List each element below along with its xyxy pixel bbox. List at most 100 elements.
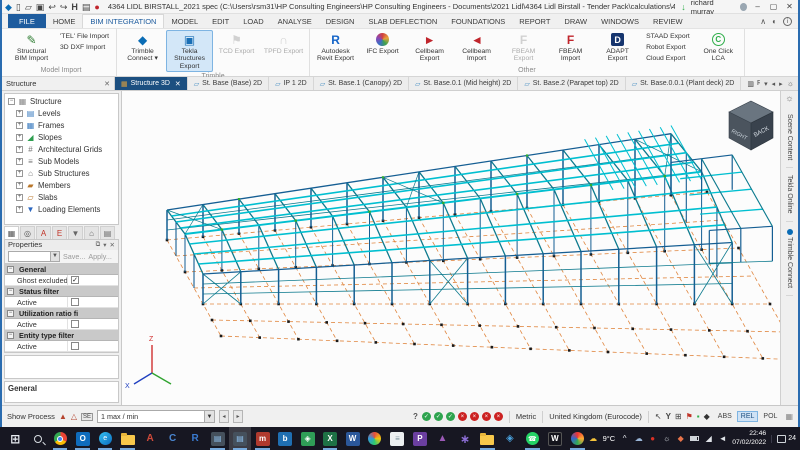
collapse-ribbon-icon[interactable]: ∧ (760, 17, 766, 26)
view-cube[interactable]: RIGHT BACK (729, 101, 773, 150)
expand-icon[interactable]: + (16, 134, 23, 141)
weather-temp[interactable]: 9°C (603, 434, 616, 443)
panel-tab-design-icon[interactable]: E (52, 226, 67, 239)
restore-button[interactable]: ▢ (768, 2, 779, 11)
ribbon-button-3d-dxf-import[interactable]: 3D DXF Import (57, 43, 112, 52)
ribbon-tab-edit[interactable]: EDIT (205, 14, 236, 28)
expand-icon[interactable]: + (16, 182, 23, 189)
coord-mode-pol[interactable]: POL (759, 411, 781, 422)
coord-mode-rel[interactable]: REL (737, 411, 759, 422)
ribbon-button-fbeam-import[interactable]: FFBEAM Import (547, 30, 594, 66)
status-error-icon[interactable]: × (494, 412, 503, 421)
taskbar-icon-search[interactable] (26, 427, 48, 450)
collapse-icon[interactable]: − (7, 332, 14, 339)
property-section-entity-type-filter[interactable]: −Entity type filter (5, 330, 118, 341)
checkbox[interactable] (71, 342, 79, 350)
taskbar-icon-prism[interactable]: ▲ (431, 427, 453, 450)
structure-panel-header[interactable]: Structure ✕ (2, 77, 115, 90)
ribbon-tab-review[interactable]: REVIEW (646, 14, 690, 28)
close-panel-icon[interactable]: ✕ (110, 241, 115, 249)
taskbar-icon-whatsapp[interactable]: ☎ (521, 427, 543, 450)
prev-result-button[interactable]: ◂ (219, 410, 229, 423)
redo-icon[interactable]: ↪ (60, 2, 68, 12)
chevron-down-icon[interactable]: ▼ (204, 411, 214, 422)
status-error-icon[interactable]: × (470, 412, 479, 421)
sidebar-tab-tekla-online[interactable]: Tekla Online (786, 168, 793, 222)
status-edge-icon[interactable]: ▦ (785, 412, 793, 422)
ribbon-tab-bim-integration[interactable]: BIM INTEGRATION (82, 14, 164, 28)
flag-icon[interactable]: ⚑ (686, 412, 693, 422)
tab-scroll-left-icon[interactable]: ◂ (772, 80, 776, 88)
tree-item-structure[interactable]: −▦Structure (5, 95, 118, 107)
close-button[interactable]: ✕ (784, 2, 795, 11)
pointer-mode-icon[interactable]: ↖ (655, 412, 662, 422)
expand-icon[interactable]: + (16, 170, 23, 177)
tree-item-members[interactable]: +▰Members (5, 179, 118, 191)
settings-tray-icon[interactable]: ☼ (662, 434, 671, 443)
view-tab-review-data[interactable]: ▥Review Data (741, 77, 760, 90)
tree-item-frames[interactable]: +▦Frames (5, 119, 118, 131)
sidebar-tab-trimble-connect[interactable]: Trimble Connect (786, 222, 793, 296)
close-tab-icon[interactable]: ✕ (175, 80, 181, 88)
panel-tab-scene-icon[interactable]: ◎ (20, 226, 35, 239)
undo-icon[interactable]: ↩ (48, 2, 56, 12)
taskbar-icon-puzzle[interactable] (566, 427, 588, 450)
ribbon-button-ifc-export[interactable]: IFC Export (359, 30, 406, 66)
taskbar-icon-mathcad[interactable]: m (251, 427, 273, 450)
measure-icon[interactable]: ◆ (704, 412, 710, 422)
tree-item-loading-elements[interactable]: +▼Loading Elements (5, 203, 118, 215)
view-tab-st-base-1-canopy-2d[interactable]: ▱St. Base.1 (Canopy) 2D (314, 77, 409, 90)
tree-item-levels[interactable]: +▤Levels (5, 107, 118, 119)
properties-header[interactable]: Properties ⧉ ▾ ✕ (5, 240, 118, 250)
show-process-label[interactable]: Show Process (7, 412, 55, 421)
collapse-icon[interactable]: − (7, 288, 14, 295)
selection-list[interactable] (4, 355, 119, 379)
ribbon-tab-report[interactable]: REPORT (512, 14, 557, 28)
ribbon-button-cloud-export[interactable]: Cloud Export (643, 54, 693, 63)
taskbar-icon-explorer[interactable] (116, 427, 138, 450)
expand-icon[interactable]: + (16, 206, 23, 213)
pin-panel-icon[interactable]: ▾ (103, 241, 106, 249)
taskbar-icon-paint[interactable] (364, 427, 386, 450)
taskbar-icon-tw-app[interactable]: W (544, 427, 566, 450)
sidebar-gear-icon[interactable]: ☼ (785, 93, 793, 107)
chevron-down-icon[interactable]: ▼ (50, 252, 59, 261)
ribbon-button-fbeam-export[interactable]: FFBEAM Export (500, 30, 547, 66)
user-avatar-icon[interactable] (740, 3, 747, 11)
weather-icon[interactable]: ☁ (589, 434, 598, 443)
collapse-icon[interactable]: − (7, 266, 14, 273)
checkbox[interactable] (71, 298, 79, 306)
tab-list-icon[interactable]: ▾ (764, 80, 768, 88)
view-tab-ip-1-2d[interactable]: ▱IP 1 2D (269, 77, 314, 90)
panel-tab-analysis-icon[interactable]: A (36, 226, 51, 239)
ribbon-tab-draw[interactable]: DRAW (557, 14, 594, 28)
taskbar-icon-notes[interactable]: ≡ (386, 427, 408, 450)
taskbar-icon-edge[interactable]: e (94, 427, 116, 450)
theme-icon[interactable]: ◐ (772, 17, 777, 26)
notification-center[interactable]: 24 (771, 435, 796, 443)
ribbon-button-trimble-connect[interactable]: ◆Trimble Connect ▾ (119, 30, 166, 72)
taskbar-icon-3d-viewer[interactable]: ◈ (499, 427, 521, 450)
properties-preset-select[interactable]: ▼ (8, 251, 60, 262)
ribbon-tab-analyse[interactable]: ANALYSE (271, 14, 319, 28)
select-branch-icon[interactable]: Y (666, 412, 671, 422)
ribbon-button-adapt-export[interactable]: DADAPT Export (594, 30, 641, 66)
result-selector[interactable]: 1 max / min▼ (97, 410, 215, 423)
3d-viewport[interactable]: RIGHT BACK Z X (122, 91, 780, 405)
ribbon-tab-load[interactable]: LOAD (236, 14, 270, 28)
status-ok-icon[interactable]: ✓ (446, 412, 455, 421)
taskbar-icon-asterisk[interactable]: ∗ (454, 427, 476, 450)
expand-icon[interactable]: + (16, 194, 23, 201)
ribbon-button-robot-export[interactable]: Robot Export (643, 43, 693, 52)
se-toggle-icon[interactable]: SE (81, 413, 93, 421)
snap-point-icon[interactable]: ▪ (697, 412, 700, 422)
ribbon-tab-home[interactable]: HOME (46, 14, 83, 28)
help-icon[interactable]: ? (413, 412, 418, 422)
taskbar-icon-autocad[interactable]: A (139, 427, 161, 450)
taskbar-icon-maps[interactable]: ◈ (296, 427, 318, 450)
checkbox[interactable] (71, 320, 79, 328)
view-tab-st-base-0-0-1-plant-deck-2d[interactable]: ▱St. Base.0.0.1 (Plant deck) 2D (626, 77, 742, 90)
minimize-button[interactable]: – (752, 2, 763, 11)
tree-item-sub-structures[interactable]: +⌂Sub Structures (5, 167, 118, 179)
panel-tab-members-icon[interactable]: ⌂ (84, 226, 99, 239)
